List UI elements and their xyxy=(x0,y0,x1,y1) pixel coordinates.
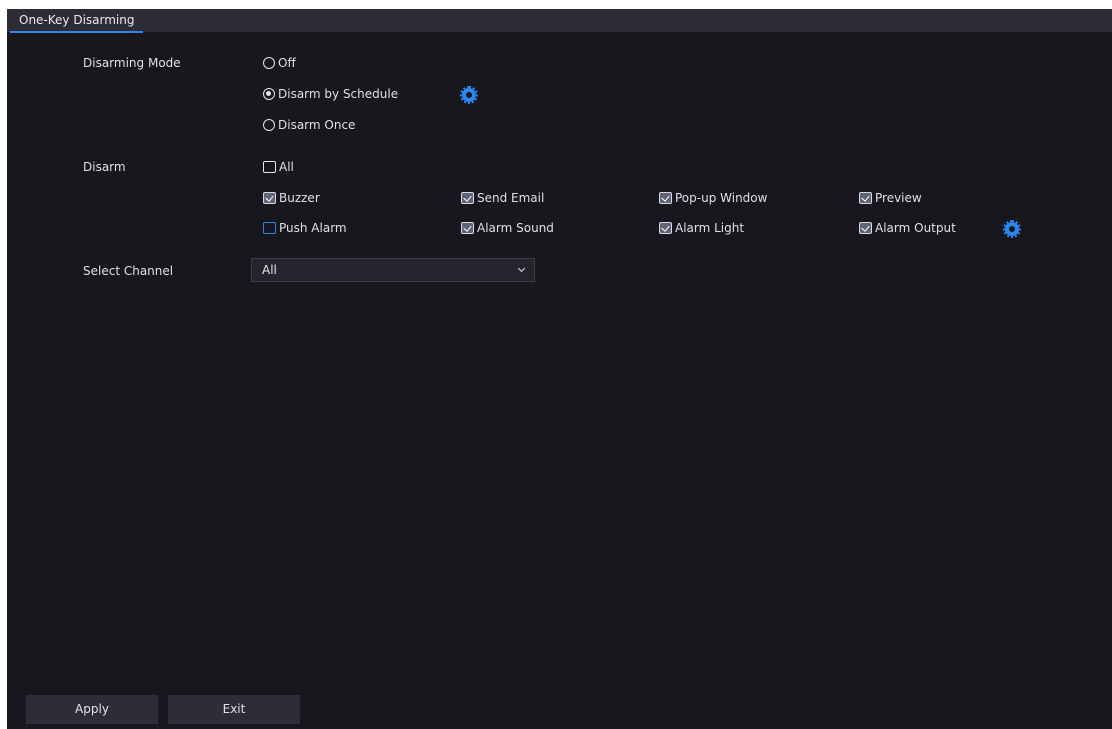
tab-bar: One-Key Disarming xyxy=(7,9,1112,33)
radio-disarm-by-schedule-label: Disarm by Schedule xyxy=(278,87,399,101)
radio-disarm-by-schedule[interactable]: Disarm by Schedule xyxy=(263,87,398,101)
checkbox-all[interactable]: All xyxy=(263,160,294,174)
app-window: One-Key Disarming Disarming Mode Off Dis… xyxy=(7,9,1112,729)
checkbox-preview[interactable]: Preview xyxy=(859,191,922,205)
checkbox-alarm-sound-box[interactable] xyxy=(461,222,474,234)
checkbox-alarm-light-label: Alarm Light xyxy=(675,221,745,235)
checkbox-push-alarm-label: Push Alarm xyxy=(279,221,347,235)
schedule-settings-gear-icon[interactable] xyxy=(460,86,478,104)
disarming-mode-label: Disarming Mode xyxy=(83,56,181,70)
chevron-down-icon xyxy=(517,264,526,273)
alarm-output-settings-gear-icon[interactable] xyxy=(1003,220,1021,238)
checkbox-buzzer-label: Buzzer xyxy=(279,191,320,205)
radio-disarm-once-label: Disarm Once xyxy=(278,118,356,132)
radio-off[interactable]: Off xyxy=(263,56,296,70)
tab-one-key-disarming[interactable]: One-Key Disarming xyxy=(10,9,144,33)
select-channel-dropdown[interactable]: All xyxy=(251,258,535,282)
radio-disarm-once[interactable]: Disarm Once xyxy=(263,118,355,132)
checkbox-alarm-light-box[interactable] xyxy=(659,222,672,234)
checkbox-send-email-box[interactable] xyxy=(461,192,474,204)
select-channel-label: Select Channel xyxy=(83,264,174,278)
checkbox-popup-window-box[interactable] xyxy=(659,192,672,204)
apply-button[interactable]: Apply xyxy=(26,695,158,724)
radio-disarm-by-schedule-indicator[interactable] xyxy=(263,88,275,100)
checkbox-all-box[interactable] xyxy=(263,161,276,173)
radio-off-indicator[interactable] xyxy=(263,57,275,69)
checkbox-preview-label: Preview xyxy=(875,191,922,205)
checkbox-send-email-label: Send Email xyxy=(477,191,545,205)
checkbox-alarm-output-box[interactable] xyxy=(859,222,872,234)
checkbox-preview-box[interactable] xyxy=(859,192,872,204)
radio-off-label: Off xyxy=(278,56,296,70)
select-channel-value: All xyxy=(262,263,277,277)
checkbox-alarm-light[interactable]: Alarm Light xyxy=(659,221,744,235)
disarm-label: Disarm xyxy=(83,160,126,174)
checkbox-push-alarm[interactable]: Push Alarm xyxy=(263,221,347,235)
radio-disarm-once-indicator[interactable] xyxy=(263,119,275,131)
checkbox-buzzer[interactable]: Buzzer xyxy=(263,191,320,205)
checkbox-alarm-sound-label: Alarm Sound xyxy=(477,221,554,235)
checkbox-send-email[interactable]: Send Email xyxy=(461,191,544,205)
checkbox-alarm-output[interactable]: Alarm Output xyxy=(859,221,956,235)
checkbox-popup-window[interactable]: Pop-up Window xyxy=(659,191,767,205)
checkbox-buzzer-box[interactable] xyxy=(263,192,276,204)
checkbox-popup-window-label: Pop-up Window xyxy=(675,191,768,205)
checkbox-all-label: All xyxy=(279,160,294,174)
exit-button[interactable]: Exit xyxy=(168,695,300,724)
checkbox-push-alarm-box[interactable] xyxy=(263,222,276,234)
checkbox-alarm-sound[interactable]: Alarm Sound xyxy=(461,221,554,235)
checkbox-alarm-output-label: Alarm Output xyxy=(875,221,956,235)
